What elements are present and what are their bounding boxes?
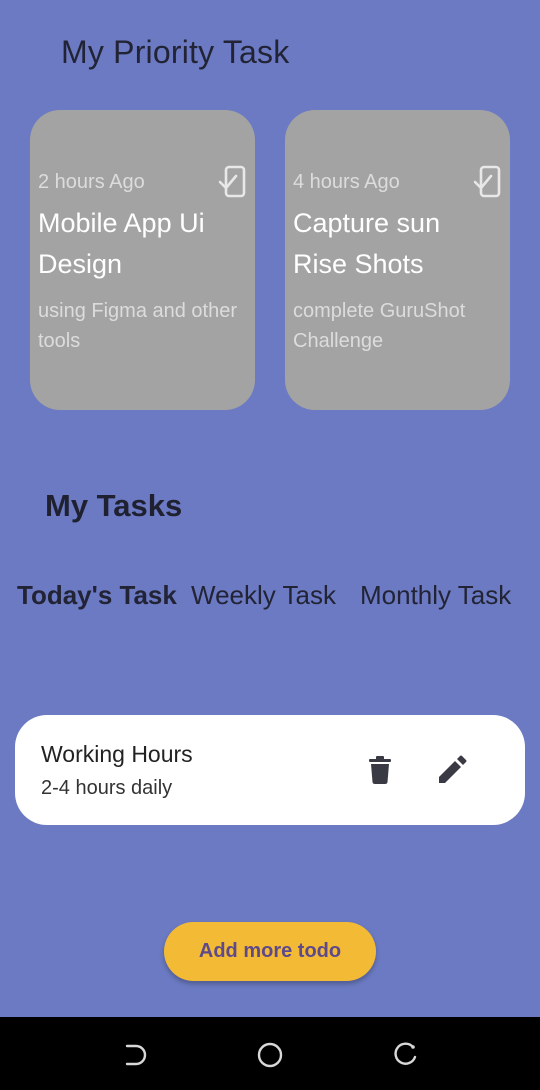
edit-task-button[interactable] — [435, 753, 469, 787]
app-screen: My Priority Task 2 hours Ago Mobile App … — [0, 0, 540, 1090]
phone-check-icon — [473, 165, 503, 199]
priority-card-description: using Figma and other tools — [38, 300, 238, 352]
priority-card-time: 2 hours Ago — [38, 171, 145, 193]
back-icon — [125, 1044, 147, 1066]
back-nav-button[interactable] — [121, 1041, 149, 1069]
recent-apps-icon — [394, 1042, 417, 1065]
edit-icon — [439, 755, 467, 783]
system-nav-bar — [0, 1017, 540, 1090]
priority-card[interactable]: 2 hours Ago Mobile App Ui Design using F… — [30, 110, 255, 410]
task-list-item[interactable]: Working Hours 2-4 hours daily — [15, 715, 525, 825]
my-tasks-title: My Tasks — [45, 488, 183, 523]
tab-weekly-task[interactable]: Weekly Task — [191, 580, 336, 611]
priority-card-description: complete GuruShot Challenge — [293, 300, 466, 352]
delete-icon — [369, 756, 391, 784]
home-nav-button[interactable] — [256, 1041, 284, 1069]
tab-todays-task[interactable]: Today's Task — [17, 580, 177, 611]
recent-apps-nav-button[interactable] — [391, 1041, 419, 1069]
priority-card[interactable]: 4 hours Ago Capture sun Rise Shots compl… — [285, 110, 510, 410]
priority-section-title: My Priority Task — [61, 34, 290, 70]
phone-check-icon — [218, 165, 248, 199]
delete-task-button[interactable] — [365, 753, 395, 787]
task-title: Working Hours — [41, 741, 193, 767]
task-tabs: Today's Task Weekly Task Monthly Task — [0, 580, 540, 614]
priority-card-title: Mobile App Ui Design — [38, 208, 205, 279]
task-subtitle: 2-4 hours daily — [41, 777, 173, 799]
tab-monthly-task[interactable]: Monthly Task — [360, 580, 511, 611]
home-icon — [257, 1042, 283, 1068]
priority-card-time: 4 hours Ago — [293, 171, 400, 193]
add-more-todo-button[interactable]: Add more todo — [164, 922, 376, 981]
priority-card-title: Capture sun Rise Shots — [293, 208, 441, 279]
